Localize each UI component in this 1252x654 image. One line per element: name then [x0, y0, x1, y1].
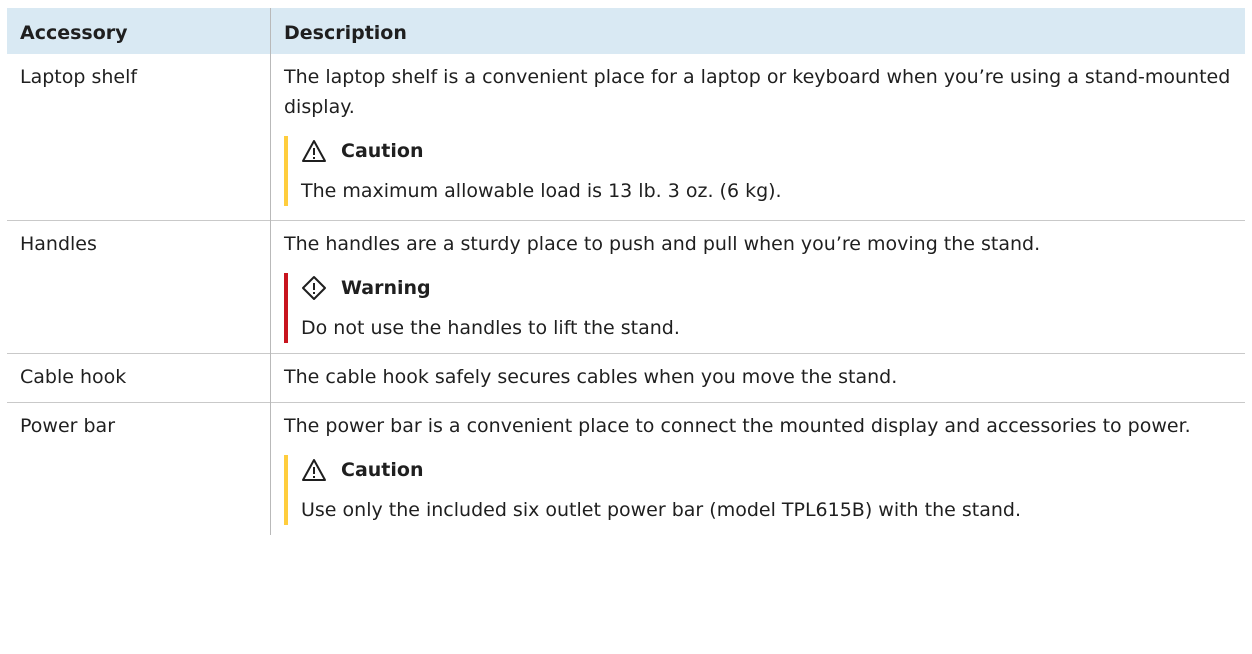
accessory-cell: Handles: [7, 220, 271, 354]
table-row: Handles The handles are a sturdy place t…: [7, 220, 1245, 354]
table-row: Cable hook The cable hook safely secures…: [7, 353, 1245, 403]
accessory-name: Handles: [20, 233, 97, 255]
note-title: Caution: [341, 140, 424, 162]
description-cell: The power bar is a convenient place to c…: [270, 402, 1245, 535]
table-row: Power bar The power bar is a convenient …: [7, 402, 1245, 535]
caution-note: Caution The maximum allowable load is 13…: [284, 136, 1233, 206]
warning-note: Warning Do not use the handles to lift t…: [284, 273, 1233, 343]
accessory-name: Power bar: [20, 415, 115, 437]
note-title: Warning: [341, 277, 431, 299]
caution-triangle-icon: [301, 138, 327, 164]
note-text: Do not use the handles to lift the stand…: [301, 317, 680, 339]
accessory-cell: Laptop shelf: [7, 54, 271, 221]
table-header-row: Accessory Description: [7, 8, 1245, 54]
description-cell: The handles are a sturdy place to push a…: [270, 220, 1245, 354]
accessory-cell: Cable hook: [7, 353, 271, 403]
description-text: The laptop shelf is a convenient place f…: [284, 66, 1231, 118]
note-text: The maximum allowable load is 13 lb. 3 o…: [301, 180, 782, 202]
caution-triangle-icon: [301, 457, 327, 483]
note-title: Caution: [341, 459, 424, 481]
description-text: The cable hook safely secures cables whe…: [284, 366, 898, 388]
header-description: Description: [284, 22, 407, 44]
warning-diamond-icon: [301, 275, 327, 301]
accessory-name: Laptop shelf: [20, 66, 138, 88]
description-cell: The cable hook safely secures cables whe…: [270, 353, 1245, 403]
note-text: Use only the included six outlet power b…: [301, 499, 1021, 521]
accessory-cell: Power bar: [7, 402, 271, 535]
description-text: The power bar is a convenient place to c…: [284, 415, 1191, 437]
table-row: Laptop shelf The laptop shelf is a conve…: [7, 54, 1245, 221]
description-cell: The laptop shelf is a convenient place f…: [271, 54, 1246, 221]
description-text: The handles are a sturdy place to push a…: [284, 233, 1041, 255]
accessories-table: Accessory Description Laptop shelf The l…: [7, 8, 1245, 535]
caution-note: Caution Use only the included six outlet…: [284, 455, 1233, 525]
accessory-name: Cable hook: [20, 366, 127, 388]
header-accessory: Accessory: [7, 8, 271, 54]
note-heading: Warning: [301, 273, 1233, 303]
note-heading: Caution: [301, 455, 1233, 485]
note-heading: Caution: [301, 136, 1233, 166]
